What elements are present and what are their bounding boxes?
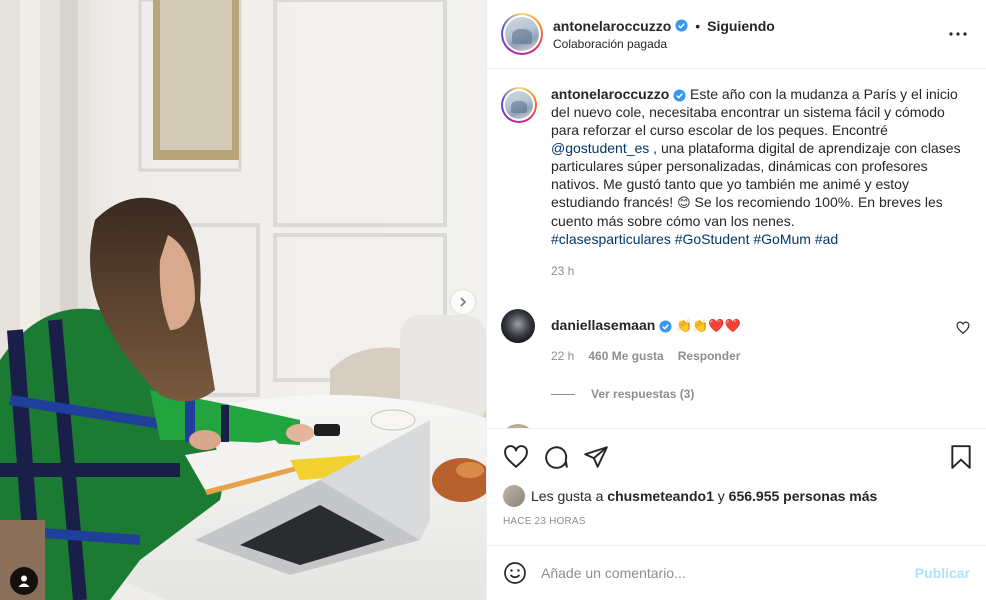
- comment-item: daniellasemaan 👏👏❤️❤️ 22 h 460 Me gusta …: [501, 309, 970, 365]
- comment-likes[interactable]: 460 Me gusta: [588, 347, 663, 365]
- next-image-button[interactable]: [451, 290, 475, 314]
- post-dialog: antonelaroccuzzo • Siguiendo Colaboració…: [0, 0, 986, 600]
- author-avatar[interactable]: [501, 13, 543, 55]
- commenter-avatar[interactable]: [501, 424, 535, 428]
- caption-time[interactable]: 23 h: [551, 262, 970, 280]
- emoji-icon[interactable]: [503, 561, 527, 585]
- likes-count[interactable]: 656.955 personas más: [729, 488, 878, 504]
- heart-icon[interactable]: [503, 444, 529, 470]
- verified-badge-icon: [673, 89, 686, 102]
- user-tag-icon: [18, 575, 30, 587]
- post-caption: antonelaroccuzzo Este año con la mudanza…: [501, 85, 970, 280]
- comment-meta: 22 h 460 Me gusta Responder: [551, 347, 970, 365]
- reply-button[interactable]: Responder: [678, 347, 741, 365]
- caption-username[interactable]: antonelaroccuzzo: [551, 86, 669, 102]
- commenter-avatar[interactable]: [501, 309, 535, 343]
- likes-prefix: Les gusta a: [531, 488, 604, 504]
- comment-text: 👏👏❤️❤️: [676, 318, 741, 333]
- likes-summary: Les gusta a chusmeteando1 y 656.955 pers…: [487, 484, 986, 508]
- comment-icon[interactable]: [543, 444, 569, 470]
- hashtag-link[interactable]: #clasesparticulares: [551, 231, 671, 247]
- comment-input[interactable]: [541, 565, 915, 581]
- hashtag-link[interactable]: #ad: [815, 231, 838, 247]
- user-tag-button[interactable]: [10, 567, 38, 595]
- share-icon[interactable]: [583, 444, 609, 470]
- post-author-info: antonelaroccuzzo • Siguiendo Colaboració…: [553, 18, 946, 51]
- more-options-button[interactable]: [946, 22, 970, 46]
- paid-partnership-label[interactable]: Colaboración pagada: [553, 37, 946, 51]
- view-replies-button[interactable]: Ver respuestas (3): [551, 387, 970, 401]
- hashtag-link[interactable]: #GoStudent: [675, 231, 750, 247]
- post-actions: [487, 428, 986, 484]
- liker-avatar[interactable]: [503, 485, 525, 507]
- more-options-icon: [949, 32, 967, 36]
- post-header: antonelaroccuzzo • Siguiendo Colaboració…: [487, 0, 986, 69]
- replies-divider: [551, 393, 575, 395]
- likes-conjunction: y: [717, 488, 725, 504]
- bookmark-icon[interactable]: [948, 444, 974, 470]
- commenter-username[interactable]: daniellasemaan: [551, 317, 655, 333]
- caption-avatar[interactable]: [501, 87, 537, 123]
- publish-button[interactable]: Publicar: [915, 565, 970, 581]
- hashtag-link[interactable]: #GoMum: [753, 231, 811, 247]
- emoji: 😊: [677, 195, 691, 210]
- post-image: [0, 0, 486, 600]
- following-button[interactable]: Siguiendo: [707, 18, 775, 34]
- view-replies-label: Ver respuestas (3): [591, 387, 695, 401]
- chevron-right-icon: [460, 297, 467, 307]
- post-side-panel: antonelaroccuzzo • Siguiendo Colaboració…: [486, 0, 986, 600]
- post-timestamp[interactable]: HACE 23 HORAS: [487, 516, 986, 536]
- author-username[interactable]: antonelaroccuzzo: [553, 18, 671, 34]
- add-comment-bar: Publicar: [487, 545, 986, 600]
- separator-dot: •: [695, 17, 701, 34]
- verified-badge-icon: [659, 320, 672, 333]
- verified-badge-icon: [675, 19, 688, 32]
- post-photo: [0, 0, 486, 600]
- comments-list[interactable]: antonelaroccuzzo Este año con la mudanza…: [487, 69, 986, 428]
- comment-like-icon[interactable]: [956, 321, 970, 335]
- comment-time[interactable]: 22 h: [551, 347, 574, 365]
- mention-link[interactable]: @gostudent_es: [551, 140, 649, 156]
- liker-username[interactable]: chusmeteando1: [607, 488, 714, 504]
